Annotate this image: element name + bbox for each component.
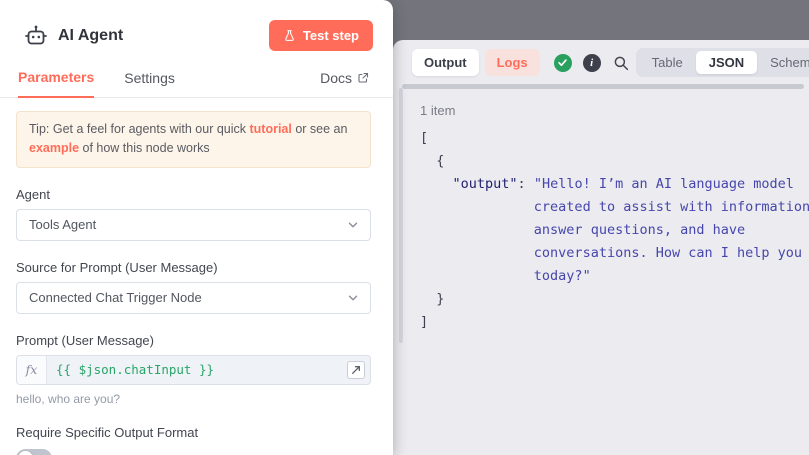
prompt-label: Prompt (User Message) xyxy=(16,333,371,348)
chevron-down-icon xyxy=(346,218,360,232)
output-toolbar: Output Logs i Table JSON Schema xyxy=(393,40,809,77)
external-link-icon xyxy=(357,72,369,84)
items-count: 1 item xyxy=(420,103,809,118)
tip-callout: Tip: Get a feel for agents with our quic… xyxy=(16,111,371,168)
output-format-label: Require Specific Output Format xyxy=(16,425,371,440)
view-mode-switcher: Table JSON Schema xyxy=(636,48,809,77)
source-select[interactable]: Connected Chat Trigger Node xyxy=(16,282,371,314)
source-field: Source for Prompt (User Message) Connect… xyxy=(16,260,371,314)
panel-header: AI Agent Test step xyxy=(0,0,393,51)
tab-output[interactable]: Output xyxy=(412,49,479,76)
screen: Output Logs i Table JSON Schema 1 item xyxy=(0,0,809,455)
test-step-button[interactable]: Test step xyxy=(269,20,373,51)
node-title: AI Agent xyxy=(58,27,123,45)
agent-field: Agent Tools Agent xyxy=(16,187,371,241)
prompt-preview-text: hello, who are you? xyxy=(16,392,371,406)
example-link[interactable]: example xyxy=(29,141,79,155)
prompt-expression-input[interactable]: fx {{ $json.chatInput }} xyxy=(16,355,371,385)
view-tab-schema[interactable]: Schema xyxy=(757,51,809,74)
json-view: [ { "output": "Hello! I’m an AI language… xyxy=(420,127,809,334)
agent-value: Tools Agent xyxy=(29,217,96,232)
source-value: Connected Chat Trigger Node xyxy=(29,290,202,305)
success-check-icon xyxy=(554,54,572,72)
tab-logs[interactable]: Logs xyxy=(485,49,540,76)
docs-label: Docs xyxy=(320,70,352,86)
tab-settings[interactable]: Settings xyxy=(124,70,175,97)
robot-icon xyxy=(24,24,48,48)
info-icon[interactable]: i xyxy=(583,54,601,72)
output-format-toggle[interactable] xyxy=(16,449,52,455)
tip-text: of how this node works xyxy=(79,141,210,155)
status-icons: i xyxy=(554,54,630,72)
expand-expression-icon[interactable] xyxy=(347,361,365,379)
prompt-field: Prompt (User Message) fx {{ $json.chatIn… xyxy=(16,333,371,406)
expression-value[interactable]: {{ $json.chatInput }} xyxy=(47,356,347,384)
tip-text: Tip: Get a feel for agents with our quic… xyxy=(29,122,249,136)
canvas-background: Output Logs i Table JSON Schema 1 item xyxy=(393,0,809,455)
output-panel: Output Logs i Table JSON Schema 1 item xyxy=(393,40,809,455)
panel-tabs: Parameters Settings Docs xyxy=(0,69,393,98)
vertical-scrollbar[interactable] xyxy=(399,88,403,343)
tutorial-link[interactable]: tutorial xyxy=(249,122,291,136)
agent-select[interactable]: Tools Agent xyxy=(16,209,371,241)
view-tab-table[interactable]: Table xyxy=(639,51,696,74)
chevron-down-icon xyxy=(346,291,360,305)
agent-label: Agent xyxy=(16,187,371,202)
tab-docs[interactable]: Docs xyxy=(320,70,369,97)
source-label: Source for Prompt (User Message) xyxy=(16,260,371,275)
flask-icon xyxy=(283,29,296,42)
fx-badge: fx xyxy=(17,356,47,384)
tab-parameters[interactable]: Parameters xyxy=(18,69,94,98)
test-step-label: Test step xyxy=(303,28,359,43)
view-tab-json[interactable]: JSON xyxy=(696,51,757,74)
tip-text: or see an xyxy=(292,122,348,136)
horizontal-scrollbar[interactable] xyxy=(402,84,804,89)
node-settings-panel: AI Agent Test step Parameters Settings D… xyxy=(0,0,393,455)
parameters-body: Tip: Get a feel for agents with our quic… xyxy=(0,98,393,455)
search-icon[interactable] xyxy=(612,54,630,72)
output-format-field: Require Specific Output Format xyxy=(16,425,371,455)
toggle-knob xyxy=(18,451,33,455)
